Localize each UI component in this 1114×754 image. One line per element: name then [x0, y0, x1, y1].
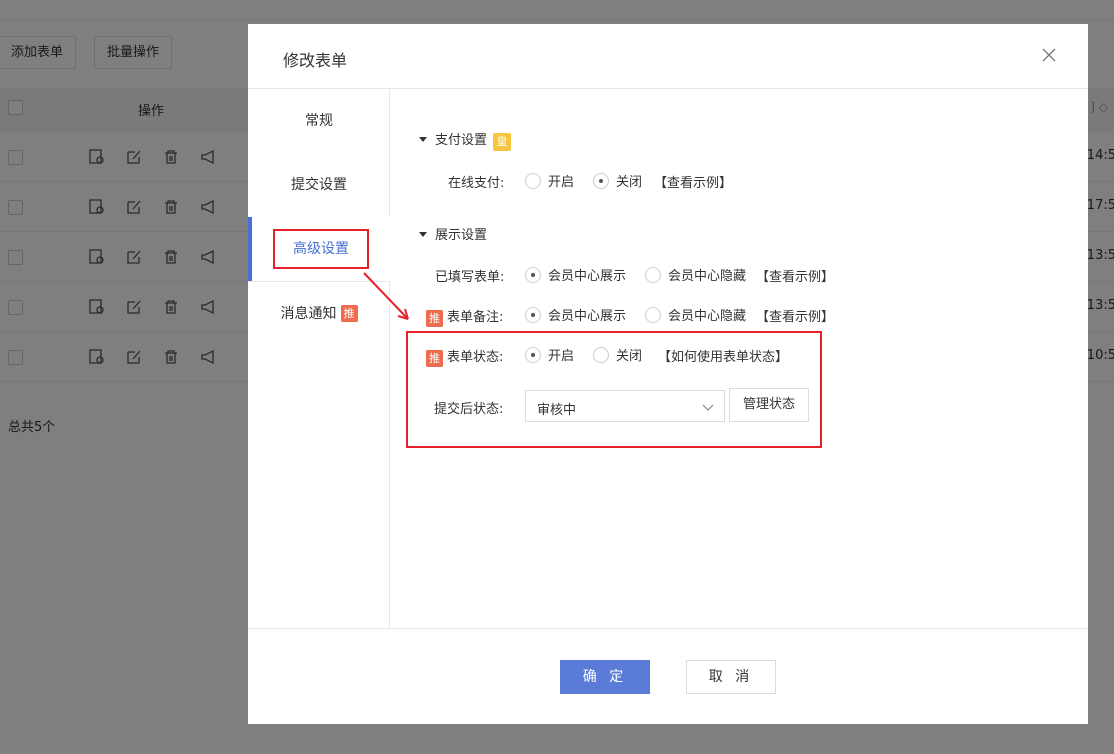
form-note-example-link[interactable]: 【查看示例】 — [756, 306, 834, 325]
filled-form-example-link[interactable]: 【查看示例】 — [756, 266, 834, 285]
cancel-button[interactable]: 取 消 — [686, 660, 776, 694]
caret-down-icon — [419, 137, 427, 142]
sidebar-item-label: 常规 — [305, 113, 333, 129]
confirm-button[interactable]: 确 定 — [560, 660, 650, 694]
highlight-frame — [406, 331, 822, 448]
settings-sidebar: 常规 提交设置 高级设置 消息通知推 — [248, 89, 390, 628]
sidebar-item-label: 高级设置 — [273, 229, 369, 269]
filled-form-hide-radio[interactable]: 会员中心隐藏 — [645, 265, 746, 284]
radio-label: 会员中心隐藏 — [668, 269, 747, 284]
online-payment-on-radio[interactable]: 开启 — [525, 171, 574, 190]
online-payment-off-radio[interactable]: 关闭 — [593, 171, 642, 190]
modal-header: 修改表单 — [248, 24, 1088, 89]
modal-footer: 确 定 取 消 — [248, 630, 1088, 724]
radio-label: 开启 — [548, 175, 575, 190]
label-text: 表单备注: — [447, 310, 504, 325]
form-note-label: 推表单备注: — [426, 306, 503, 327]
radio-label: 会员中心隐藏 — [668, 309, 747, 324]
radio-label: 会员中心展示 — [548, 269, 627, 284]
vip-badge: 皇 — [493, 133, 512, 151]
form-note-show-radio[interactable]: 会员中心展示 — [525, 305, 626, 324]
radio-icon — [525, 172, 541, 189]
online-payment-label: 在线支付: — [448, 176, 505, 191]
sidebar-item-general[interactable]: 常规 — [248, 89, 390, 153]
push-badge: 推 — [340, 305, 358, 322]
sidebar-item-label: 消息通知 — [280, 306, 337, 322]
radio-icon — [593, 172, 609, 189]
close-icon[interactable] — [1040, 46, 1058, 64]
modal-body: 常规 提交设置 高级设置 消息通知推 支付设置皇 在线支付: 开启 关闭 【查看… — [248, 89, 1088, 629]
section-title-text: 展示设置 — [435, 228, 488, 243]
section-title-text: 支付设置 — [435, 133, 488, 148]
push-badge: 推 — [426, 310, 443, 327]
sidebar-item-submit-settings[interactable]: 提交设置 — [248, 153, 390, 217]
payment-section-title[interactable]: 支付设置皇 — [419, 129, 512, 151]
radio-label: 关闭 — [616, 175, 643, 190]
radio-icon — [645, 266, 661, 283]
filled-form-label: 已填写表单: — [435, 270, 505, 285]
payment-example-link[interactable]: 【查看示例】 — [654, 172, 732, 191]
radio-label: 会员中心展示 — [548, 309, 627, 324]
radio-icon — [525, 266, 541, 283]
radio-icon — [525, 306, 541, 323]
filled-form-show-radio[interactable]: 会员中心展示 — [525, 265, 626, 284]
modal-title: 修改表单 — [283, 51, 348, 70]
display-section-title[interactable]: 展示设置 — [419, 224, 487, 243]
sidebar-item-label: 提交设置 — [291, 177, 347, 193]
annotation-arrow-icon — [363, 272, 409, 320]
radio-icon — [645, 306, 661, 323]
edit-form-modal: 修改表单 常规 提交设置 高级设置 消息通知推 支付设置皇 在线支付: 开启 关… — [248, 24, 1088, 724]
form-note-hide-radio[interactable]: 会员中心隐藏 — [645, 305, 746, 324]
caret-down-icon — [419, 232, 427, 237]
